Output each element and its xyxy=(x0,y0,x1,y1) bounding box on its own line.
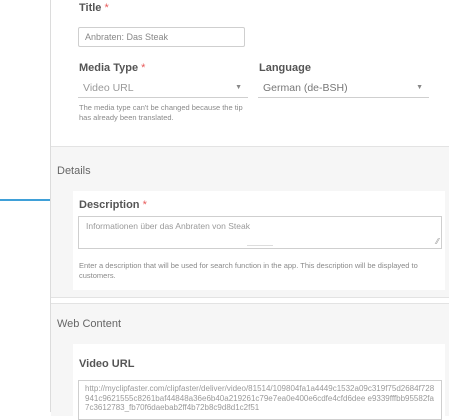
language-value: German (de-BSH) xyxy=(263,81,348,94)
web-content-section-title: Web Content xyxy=(57,318,122,330)
media-type-help: The media type can't be changed because … xyxy=(79,103,243,122)
edit-tip-panel: Title * Anbraten: Das Steak Media Type *… xyxy=(50,0,449,420)
left-margin xyxy=(0,0,50,412)
media-type-select[interactable]: Video URL ▼ xyxy=(78,78,248,98)
description-value: Informationen über das Anbraten von Stea… xyxy=(86,221,250,231)
video-url-value: http://myclipfaster.com/clipfaster/deliv… xyxy=(85,384,435,412)
title-label: Title * xyxy=(79,2,109,14)
video-url-textarea[interactable]: http://myclipfaster.com/clipfaster/deliv… xyxy=(78,380,442,420)
media-type-value: Video URL xyxy=(83,81,134,94)
media-type-label: Media Type * xyxy=(79,62,146,74)
description-textarea[interactable]: Informationen über das Anbraten von Stea… xyxy=(78,216,442,249)
active-section-indicator xyxy=(0,199,53,201)
title-input-value: Anbraten: Das Steak xyxy=(85,32,169,42)
language-label: Language xyxy=(259,62,311,74)
details-section-title: Details xyxy=(57,165,91,177)
chevron-down-icon: ▼ xyxy=(416,84,423,91)
details-section: Details Description * Informationen über… xyxy=(51,146,449,298)
description-label: Description * xyxy=(79,199,147,211)
description-help: Enter a description that will be used fo… xyxy=(79,261,418,280)
video-url-label: Video URL xyxy=(79,358,135,370)
language-select[interactable]: German (de-BSH) ▼ xyxy=(258,78,429,98)
web-content-section: Web Content Video URL http://myclipfaste… xyxy=(51,303,449,420)
description-card: Description * Informationen über das Anb… xyxy=(73,191,445,290)
textarea-grip xyxy=(247,245,273,246)
resize-handle-icon[interactable]: ⁄⁄ xyxy=(436,237,439,248)
title-input[interactable]: Anbraten: Das Steak xyxy=(78,27,245,47)
video-url-card: Video URL http://myclipfaster.com/clipfa… xyxy=(73,344,445,420)
chevron-down-icon: ▼ xyxy=(235,84,242,91)
